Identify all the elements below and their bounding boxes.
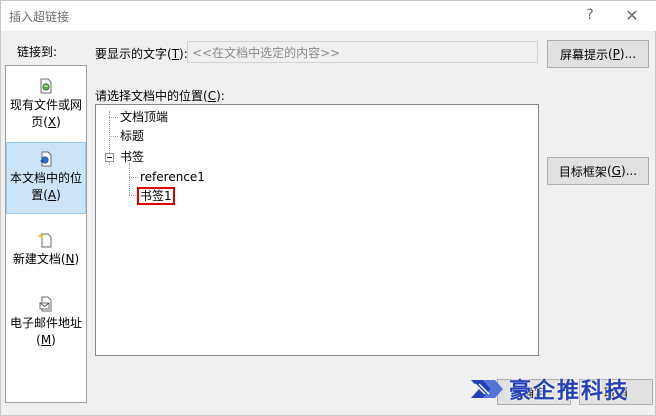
email-icon [39,296,52,312]
sidebar-item-label: 本文档中的位置 [9,171,82,202]
web-page-icon [40,78,52,94]
hyperlink-dialog: 插入超链接 ? ✕ 链接到: 现有文件或网页(X) 本文档中的位置(A) 新建文… [0,0,656,416]
close-button[interactable]: ✕ [619,3,645,27]
display-text-input[interactable]: <<在文档中选定的内容>> [187,41,538,63]
hotkey-n: N [65,252,75,266]
hotkey-a: A [47,188,57,202]
document-place-tree: 文档顶端 标题 书签 reference1 书签1 [95,104,539,356]
collapse-bookmarks-toggle[interactable] [105,153,114,162]
brand-logo-icon [471,380,503,398]
hotkey-c: C [207,89,217,103]
link-to-sidebar: 现有文件或网页(X) 本文档中的位置(A) 新建文档(N) 电子邮件地址(M) [5,65,87,403]
hotkey-t: T [171,47,180,61]
select-place-label: 请选择文档中的位置(C): [95,89,225,103]
sidebar-item-new-document[interactable]: 新建文档(N) [6,230,86,280]
sidebar-item-label: 新建文档 [12,252,61,266]
window-title: 插入超链接 [9,10,70,24]
sidebar-item-place-in-document[interactable]: 本文档中的位置(A) [6,142,86,214]
target-frame-button-label: 目标框架 [558,164,607,179]
hotkey-p: P [612,47,620,61]
new-document-icon [38,233,52,248]
hotkey-m: M [40,333,52,347]
tree-item-bookmark-reference1[interactable]: reference1 [139,169,206,185]
screentip-button[interactable]: 屏幕提示(P)... [547,40,649,68]
display-text-label: 要显示的文字(T): [95,47,188,61]
link-to-label: 链接到: [17,45,58,59]
title-bar: 插入超链接 ? ✕ [1,1,656,31]
watermark-text: 豪企推科技 [509,379,630,404]
target-frame-button[interactable]: 目标框架(G)... [547,157,649,185]
tree-item-headings[interactable]: 标题 [119,128,145,144]
sidebar-item-label: 电子邮件地址 [9,316,82,330]
tree-item-bookmarks[interactable]: 书签 [119,149,145,165]
sidebar-item-email-address[interactable]: 电子邮件地址(M) [6,294,86,364]
help-button[interactable]: ? [577,3,603,27]
screentip-button-label: 屏幕提示 [559,47,608,62]
tree-item-bookmark-1[interactable]: 书签1 [137,187,175,205]
document-place-icon [40,151,52,167]
sidebar-item-label: 现有文件或网页 [9,98,82,129]
hotkey-g: G [611,164,621,178]
hotkey-x: X [47,115,57,129]
tree-item-document-top[interactable]: 文档顶端 [119,109,169,125]
watermark: 豪企推科技 [469,369,656,409]
sidebar-item-existing-file[interactable]: 现有文件或网页(X) [6,76,86,140]
